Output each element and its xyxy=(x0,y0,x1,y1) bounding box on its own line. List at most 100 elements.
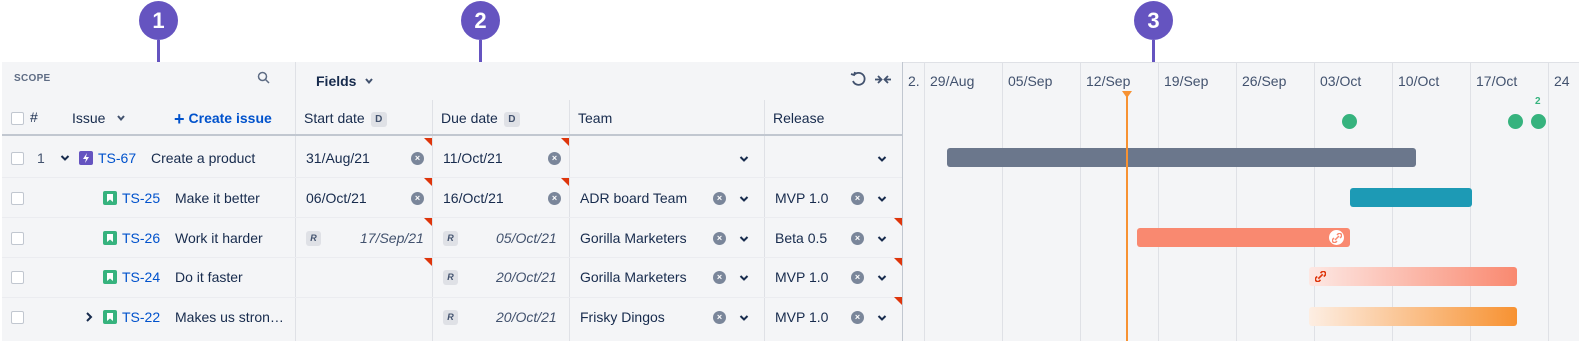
chevron-down-icon[interactable] xyxy=(60,153,70,163)
team-dropdown-icon[interactable] xyxy=(738,153,750,165)
issue-key[interactable]: TS-24 xyxy=(122,269,160,285)
timeline-date: 17/Oct xyxy=(1476,73,1518,89)
clear-icon[interactable]: × xyxy=(713,271,726,284)
due-date-value[interactable]: 11/Oct/21 xyxy=(443,150,503,166)
header-divider xyxy=(2,134,902,136)
clear-icon[interactable]: × xyxy=(411,152,424,165)
row-checkbox[interactable] xyxy=(11,271,24,284)
col-divider-due xyxy=(569,100,570,341)
release-dropdown-icon[interactable] xyxy=(876,193,888,205)
issue-header[interactable]: Issue xyxy=(72,110,105,126)
today-marker xyxy=(1126,94,1128,341)
timeline-date: 19/Sep xyxy=(1164,73,1209,89)
start-date-value[interactable]: 17/Sep/21 xyxy=(360,230,424,246)
release-header[interactable]: Release xyxy=(773,110,824,126)
issue-summary[interactable]: Makes us stron… xyxy=(175,309,284,325)
clear-icon[interactable]: × xyxy=(851,192,864,205)
issue-key[interactable]: TS-67 xyxy=(98,150,136,166)
start-date-value[interactable]: 06/Oct/21 xyxy=(306,190,367,206)
create-issue-button[interactable]: + Create issue xyxy=(174,109,272,130)
timeline-grid xyxy=(1080,62,1081,341)
create-issue-label: Create issue xyxy=(188,110,272,126)
story-icon xyxy=(103,310,117,324)
start-date-label: Start date xyxy=(304,110,365,126)
issue-summary[interactable]: Do it faster xyxy=(175,269,243,285)
changed-marker xyxy=(424,138,432,146)
due-date-value[interactable]: 20/Oct/21 xyxy=(496,269,557,285)
rollup-badge: R xyxy=(443,270,458,285)
clear-icon[interactable]: × xyxy=(548,192,561,205)
row-separator xyxy=(2,177,902,178)
row-checkbox[interactable] xyxy=(11,192,24,205)
timeline-date: 26/Sep xyxy=(1242,73,1287,89)
release-dropdown-icon[interactable] xyxy=(876,153,888,165)
issue-key[interactable]: TS-25 xyxy=(122,190,160,206)
changed-marker xyxy=(894,297,902,305)
clear-icon[interactable]: × xyxy=(548,152,561,165)
rank-header: # xyxy=(30,109,38,125)
link-icon[interactable] xyxy=(1315,271,1326,282)
search-icon[interactable] xyxy=(257,71,270,84)
row-checkbox[interactable] xyxy=(11,232,24,245)
clear-icon[interactable]: × xyxy=(851,271,864,284)
chevron-down-icon[interactable] xyxy=(116,113,126,123)
timeline-bar-ts-22[interactable] xyxy=(1309,307,1517,326)
release-value[interactable]: MVP 1.0 xyxy=(775,309,828,325)
release-milestone[interactable] xyxy=(1508,114,1523,129)
clear-icon[interactable]: × xyxy=(851,232,864,245)
team-value[interactable]: ADR board Team xyxy=(580,190,687,206)
issue-summary[interactable]: Work it harder xyxy=(175,230,263,246)
timeline-grid xyxy=(924,62,925,341)
clear-icon[interactable]: × xyxy=(713,232,726,245)
start-date-value[interactable]: 31/Aug/21 xyxy=(306,150,370,166)
fields-button[interactable]: Fields xyxy=(316,73,374,89)
issue-key[interactable]: TS-22 xyxy=(122,309,160,325)
undo-icon[interactable] xyxy=(850,71,867,88)
timeline-date: 2. xyxy=(908,73,920,89)
team-dropdown-icon[interactable] xyxy=(738,233,750,245)
timeline-bar-ts-67[interactable] xyxy=(947,148,1416,167)
start-date-header[interactable]: Start date D xyxy=(304,110,387,127)
clear-icon[interactable]: × xyxy=(713,311,726,324)
release-value[interactable]: Beta 0.5 xyxy=(775,230,827,246)
changed-marker xyxy=(561,138,569,146)
issue-key[interactable]: TS-26 xyxy=(122,230,160,246)
due-date-value[interactable]: 05/Oct/21 xyxy=(496,230,557,246)
timeline-bar-ts-24[interactable] xyxy=(1309,267,1517,286)
chevron-right-icon[interactable] xyxy=(84,311,94,323)
timeline-bar-ts-26[interactable] xyxy=(1137,228,1350,247)
issue-summary[interactable]: Make it better xyxy=(175,190,260,206)
team-dropdown-icon[interactable] xyxy=(738,272,750,284)
release-milestone[interactable] xyxy=(1342,114,1357,129)
team-dropdown-icon[interactable] xyxy=(738,312,750,324)
release-dropdown-icon[interactable] xyxy=(876,233,888,245)
release-value[interactable]: MVP 1.0 xyxy=(775,269,828,285)
team-value[interactable]: Gorilla Marketers xyxy=(580,230,687,246)
clear-icon[interactable]: × xyxy=(851,311,864,324)
team-header[interactable]: Team xyxy=(578,110,612,126)
release-dropdown-icon[interactable] xyxy=(876,312,888,324)
row-checkbox[interactable] xyxy=(11,152,24,165)
collapse-icon[interactable] xyxy=(873,73,893,86)
release-value[interactable]: MVP 1.0 xyxy=(775,190,828,206)
select-all-checkbox[interactable] xyxy=(11,112,24,125)
changed-marker xyxy=(424,218,432,226)
row-checkbox[interactable] xyxy=(11,311,24,324)
timeline-grid xyxy=(1314,62,1315,341)
timeline-grid xyxy=(1158,62,1159,341)
clear-icon[interactable]: × xyxy=(713,192,726,205)
clear-icon[interactable]: × xyxy=(411,192,424,205)
team-value[interactable]: Frisky Dingos xyxy=(580,309,665,325)
due-date-value[interactable]: 16/Oct/21 xyxy=(443,190,504,206)
row-separator xyxy=(2,297,902,298)
due-date-header[interactable]: Due date D xyxy=(441,110,520,127)
team-value[interactable]: Gorilla Marketers xyxy=(580,269,687,285)
team-dropdown-icon[interactable] xyxy=(738,193,750,205)
timeline-bar-ts-25[interactable] xyxy=(1350,188,1472,207)
release-dropdown-icon[interactable] xyxy=(876,272,888,284)
fields-label: Fields xyxy=(316,73,357,89)
release-milestone[interactable] xyxy=(1531,114,1546,129)
link-icon[interactable] xyxy=(1329,230,1344,245)
issue-summary[interactable]: Create a product xyxy=(151,150,255,166)
due-date-value[interactable]: 20/Oct/21 xyxy=(496,309,557,325)
